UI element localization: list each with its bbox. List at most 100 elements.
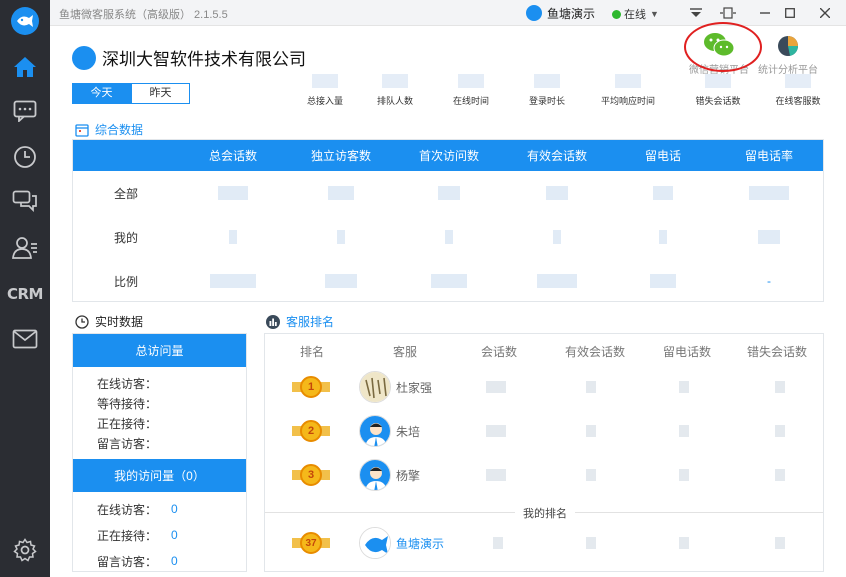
col-valid-sessions: 有效会话数: [526, 149, 587, 163]
maximize-button[interactable]: [780, 4, 800, 22]
avatar: [359, 527, 391, 559]
sidebar-item-crm[interactable]: CRM: [0, 276, 50, 312]
composite-heading: 综合数据: [75, 121, 143, 138]
crm-icon: CRM: [7, 285, 44, 303]
menu-button[interactable]: [686, 4, 706, 22]
kpi-queue: 排队人数: [360, 74, 430, 107]
col-rank: 排名: [299, 344, 324, 359]
chat-icon: [13, 100, 37, 122]
rank-medal: 2: [292, 420, 330, 442]
restore-window-icon: [720, 7, 736, 19]
avatar: [359, 415, 391, 447]
table-row: 全部: [73, 171, 823, 215]
agent-name: 杜家强: [396, 381, 433, 395]
agent-name: 杨擎: [396, 469, 421, 483]
company-logo: [72, 45, 96, 70]
close-button[interactable]: [815, 4, 835, 22]
sidebar-item-chat[interactable]: [0, 93, 50, 129]
contacts-icon: [12, 237, 37, 259]
home-icon: [14, 57, 36, 77]
stats-platform-button[interactable]: 统计分析平台: [755, 30, 821, 76]
bar-chart-icon: [266, 314, 280, 329]
composite-header-row: 总会话数 独立访客数 首次访问数 有效会话数 留电话 留电话率: [73, 140, 823, 171]
tab-today[interactable]: 今天: [72, 83, 131, 104]
col-phone-count: 留电话数: [662, 344, 711, 359]
kpi-total-incoming: 总接入量: [290, 74, 360, 107]
status-label: 在线: [624, 9, 646, 21]
col-phone-left: 留电话: [644, 149, 681, 163]
clock-icon: [14, 146, 36, 168]
table-row: 3 杨擎: [265, 457, 823, 493]
table-row: 比例 -: [113, 274, 771, 289]
col-unique-visitors: 独立访客数: [310, 149, 371, 163]
window-mode-button[interactable]: [718, 4, 738, 22]
avatar: [359, 371, 391, 403]
online-status-icon: [612, 9, 621, 19]
window-title: 鱼塘微客服系统（高级版） 2.1.5.5: [59, 9, 228, 21]
ranking-panel: 排名 客服 会话数 有效会话数 留电话数 错失会话数 1 杜家强 2 朱培 3 …: [264, 333, 824, 572]
dropdown-menu-icon: [690, 8, 702, 17]
col-total-sessions: 总会话数: [208, 149, 257, 163]
agent-name: 朱培: [396, 425, 421, 439]
kpi-avg-response: 平均响应时间: [593, 74, 663, 107]
user-name: 鱼塘演示: [547, 6, 596, 21]
highlight-ring: [684, 22, 762, 72]
kpi-strip: 总接入量 排队人数 在线时间 登录时长 平均响应时间 错失会话数 在线客服数: [290, 74, 830, 110]
col-sessions: 会话数: [480, 344, 517, 359]
ranking-heading: 客服排名: [266, 313, 334, 330]
clock-icon: [75, 314, 89, 329]
tab-yesterday[interactable]: 昨天: [131, 83, 190, 104]
user-avatar: [526, 5, 542, 21]
my-rank-divider: 我的排名: [265, 504, 823, 520]
app-logo: [11, 7, 39, 35]
agent-name: 鱼塘演示: [396, 537, 445, 551]
company-header: 深圳大智软件技术有限公司: [72, 45, 306, 70]
minimize-icon: [760, 12, 770, 14]
total-online-visitors: 在线访客：: [97, 376, 158, 391]
chevron-down-icon: ▼: [650, 9, 659, 19]
col-valid-sessions: 有效会话数: [564, 344, 625, 359]
realtime-panel: 总访问量 在线访客： 等待接待： 正在接待： 留言访客： 我的访问量（0） 在线…: [72, 333, 247, 572]
company-name: 深圳大智软件技术有限公司: [102, 50, 306, 69]
sidebar-item-conversations[interactable]: [0, 183, 50, 219]
my-visits-bar: 我的访问量（0）: [73, 459, 246, 492]
col-first-visits: 首次访问数: [418, 149, 479, 163]
rank-medal: 3: [292, 464, 330, 486]
sidebar-item-history[interactable]: [0, 139, 50, 175]
minimize-button[interactable]: [755, 4, 775, 22]
my-online-visitors: 在线访客： 0: [97, 502, 178, 517]
maximize-icon: [785, 8, 795, 18]
kpi-login-duration: 登录时长: [512, 74, 582, 107]
sidebar-item-mail[interactable]: [0, 321, 50, 357]
total-visits-bar: 总访问量: [73, 334, 246, 367]
calendar-icon: [75, 123, 89, 137]
composite-table: 总会话数 独立访客数 首次访问数 有效会话数 留电话 留电话率 全部 我的 比例…: [72, 139, 824, 302]
sidebar-item-settings[interactable]: [0, 532, 50, 568]
settings-icon: [13, 538, 37, 562]
my-serving: 正在接待： 0: [97, 528, 178, 543]
kpi-online-agents: 在线客服数: [763, 74, 833, 107]
col-phone-rate: 留电话率: [744, 149, 793, 163]
table-row: 2 朱培: [265, 413, 823, 449]
my-message-visitors: 留言访客： 0: [97, 554, 178, 569]
my-rank-row: 37 鱼塘演示: [265, 525, 823, 561]
realtime-heading: 实时数据: [75, 313, 143, 330]
total-serving: 正在接待：: [97, 416, 158, 431]
conversation-icon: [12, 190, 37, 212]
kpi-missed: 错失会话数: [683, 74, 753, 107]
avatar: [359, 459, 391, 491]
sidebar-item-home[interactable]: [0, 49, 50, 85]
close-icon: [820, 8, 830, 18]
day-tabs: 今天 昨天: [72, 83, 190, 104]
sidebar: CRM: [0, 0, 50, 577]
status-dropdown[interactable]: 在线 ▼: [612, 6, 659, 22]
current-user[interactable]: 鱼塘演示: [526, 4, 595, 22]
rank-medal: 37: [292, 532, 330, 554]
table-row: 1 杜家强: [265, 369, 823, 405]
col-agent: 客服: [392, 344, 417, 359]
kpi-online-time: 在线时间: [436, 74, 506, 107]
ranking-header-row: 排名 客服 会话数 有效会话数 留电话数 错失会话数: [265, 334, 823, 368]
rank-medal: 1: [292, 376, 330, 398]
total-waiting: 等待接待：: [97, 396, 158, 411]
sidebar-item-contacts[interactable]: [0, 230, 50, 266]
